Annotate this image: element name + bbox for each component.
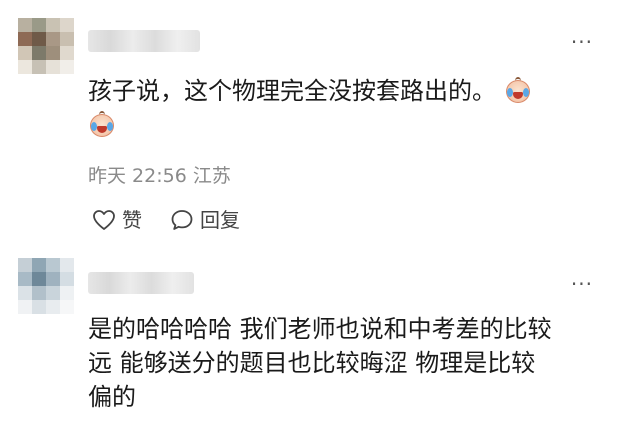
speech-bubble-icon [171,210,193,230]
comment-meta: 昨天 22:56 江苏 [88,164,231,188]
comment-text: 孩子说，这个物理完全没按套路出的。 [88,74,588,142]
crying-face-icon [504,77,532,105]
crying-face-icon [88,111,116,139]
comment-item: ··· 孩子说，这个物理完全没按套路出的。 昨天 22:56 江苏 赞 回复 [0,0,621,250]
more-options-button[interactable]: ··· [571,274,593,294]
username-blurred[interactable] [88,30,200,52]
comment-text: 是的哈哈哈哈 我们老师也说和中考差的比较 远 能够送分的题目也比较晦涩 物理是比… [88,312,588,414]
comment-text-content: 孩子说，这个物理完全没按套路出的。 [88,77,496,105]
avatar[interactable] [18,258,74,314]
like-label: 赞 [122,208,142,232]
avatar[interactable] [18,18,74,74]
comment-text-line: 是的哈哈哈哈 我们老师也说和中考差的比较 [88,315,552,343]
more-options-button[interactable]: ··· [571,32,593,52]
comment-item: ··· 是的哈哈哈哈 我们老师也说和中考差的比较 远 能够送分的题目也比较晦涩 … [0,250,621,432]
username-blurred[interactable] [88,272,194,294]
comment-actions: 赞 回复 [92,208,268,232]
comment-text-line: 偏的 [88,383,136,411]
heart-icon [93,210,115,230]
comment-time: 昨天 22:56 [88,165,187,187]
reply-button[interactable]: 回复 [170,208,240,232]
comment-text-line: 远 能够送分的题目也比较晦涩 物理是比较 [88,349,536,377]
like-button[interactable]: 赞 [92,208,142,232]
reply-label: 回复 [200,208,240,232]
comment-location: 江苏 [192,165,231,187]
